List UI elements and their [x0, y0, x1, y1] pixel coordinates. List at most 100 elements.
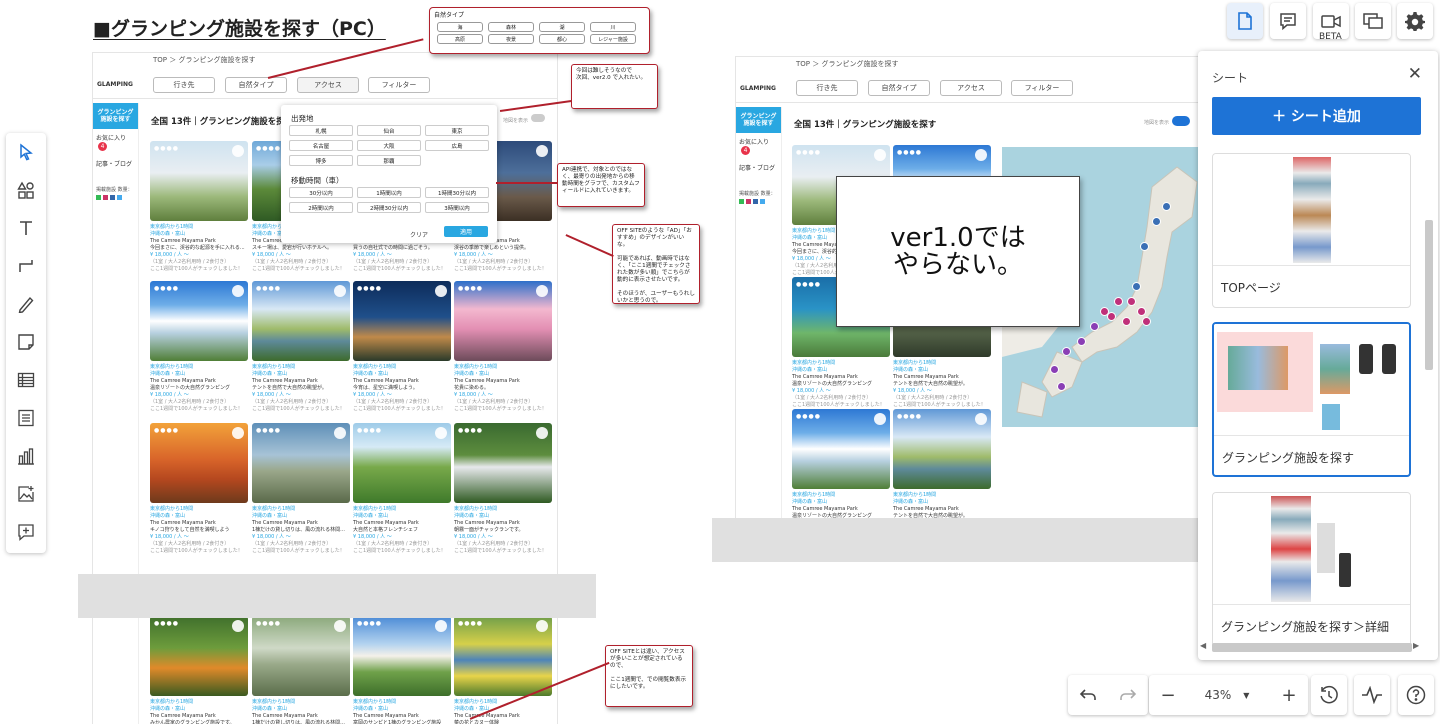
listing-text: 沖縄の森・富山	[353, 371, 389, 377]
listing-text: ここ1週間で100人がチェックしました！	[353, 548, 446, 554]
close-icon[interactable]: ✕	[1408, 64, 1422, 84]
sticky-note-icon[interactable]	[6, 323, 46, 361]
listing-text: ¥ 18,000 / 人 〜	[150, 534, 189, 540]
listing-text: （1室 / 大人2名利用時 / 2食付き）	[454, 399, 534, 405]
map-pin-icon	[1132, 282, 1141, 291]
text-icon[interactable]	[6, 209, 46, 247]
listing-text: The Camree Mayama Park	[252, 378, 318, 384]
listing-card: ●●●● 東京都内から1時間沖縄の森・富山The Camree Mayama Pa…	[353, 281, 451, 413]
note-design[interactable]: OFF SITEのような「AD」「おすすめ」のデザインがいいな。 可能であれば、…	[612, 224, 700, 304]
listing-text: （1室 / 大人2名利用時 / 2食付き）	[252, 399, 332, 405]
wire-tab-filter: フィルター	[1011, 80, 1073, 96]
chevron-down-icon: ▼	[1243, 690, 1250, 700]
sheet-item-top[interactable]: TOPページ	[1212, 153, 1411, 308]
sheet-item-detail[interactable]: グランピング施設を探す＞詳細	[1212, 492, 1411, 647]
listing-text: テントを自然で大自然の眺望が。	[252, 385, 327, 391]
access-from-chip: 大阪	[357, 140, 421, 151]
pen-icon[interactable]	[6, 285, 46, 323]
favorite-icon	[975, 149, 987, 161]
listing-photo: ●●●●	[150, 141, 248, 221]
listing-text: （1室 / 大人2名利用時 / 2食付き）	[893, 395, 973, 401]
activity-button[interactable]	[1354, 675, 1390, 715]
access-from-chip: 博多	[289, 155, 353, 166]
table-icon[interactable]	[6, 361, 46, 399]
panel-horizontal-scrollbar[interactable]	[1212, 643, 1412, 652]
listing-info: 東京都内から1時間 沖縄の森・富山 The Camree Mayama Park 花貴…	[454, 364, 552, 413]
listing-text: 沖縄の森・富山	[150, 231, 186, 237]
listing-text: （1室 / 大人2名利用時 / 2食付き）	[150, 541, 230, 547]
history-button[interactable]	[1311, 675, 1347, 715]
zoom-out-button[interactable]: −	[1149, 675, 1187, 715]
shapes-icon[interactable]	[6, 171, 46, 209]
listing-text: 沖縄の森・富山	[353, 706, 389, 712]
listing-text: ここ1週間で100人がチェックしました！	[454, 406, 547, 412]
sheet-label: グランピング施設を探す＞詳細	[1221, 620, 1390, 634]
listing-info: 東京都内から1時間沖縄の森・富山The Camree Mayama Park今回…	[150, 224, 248, 273]
listing-text: （1室 / 大人2名利用時 / 2食付き）	[252, 541, 332, 547]
zoom-level[interactable]: 43% ▼	[1189, 675, 1265, 715]
access-from-chip: 広島	[425, 140, 489, 151]
access-time-chip: 1時間30分以内	[425, 187, 489, 198]
note-access[interactable]: OFF SITEとは違い、アクセスが多いことが想定されているので、 ここ1週間で…	[605, 645, 693, 707]
nature-chip: レジャー施設	[590, 34, 636, 44]
listing-photo: ●●●●	[454, 423, 552, 503]
listing-text: 東京都内から1時間	[454, 364, 498, 370]
map-pin-icon	[1057, 382, 1066, 391]
listing-text: 東京都内から1時間	[150, 364, 194, 370]
listing-text: 東京都内から1時間	[150, 224, 194, 230]
beta-label: BETA	[1319, 32, 1342, 42]
note-api[interactable]: API連携で、対象とのではなく、最寄りの出発地からの移動時間をグラフで、カスタム…	[557, 163, 645, 207]
scroll-right-arrow[interactable]: ▶	[1413, 641, 1419, 650]
favorite-icon	[536, 427, 548, 439]
map-pin-icon	[1122, 317, 1131, 326]
carousel-dots: ●●●●	[897, 149, 922, 156]
wire-sidebar: グランピング 施設を探す お気に入り4 記事・ブログ 掲載施設 数量：	[93, 103, 139, 724]
nature-chip: 森林	[488, 22, 534, 32]
present-button[interactable]	[1355, 3, 1391, 39]
redo-icon[interactable]	[1108, 675, 1148, 715]
text-block-icon[interactable]	[6, 399, 46, 437]
select-icon[interactable]	[6, 133, 46, 171]
wire-tab-nature: 自然タイプ	[225, 77, 287, 93]
settings-button[interactable]	[1397, 3, 1433, 39]
comments-button[interactable]	[1270, 3, 1306, 39]
listing-info: 東京都内から1時間 沖縄の森・富山 The Camree Mayama Park 温泉…	[150, 364, 248, 413]
wire-side-count: 掲載施設 数量：	[739, 191, 776, 197]
carousel-dots: ●●●●	[796, 281, 821, 288]
add-sheet-button[interactable]: ＋ シート追加	[1212, 97, 1421, 135]
listing-text: 沖縄の森・富山	[792, 499, 828, 505]
listing-photo: ●●●●	[792, 409, 890, 489]
listing-text: 今宵は、星空に満喫しよう。	[353, 385, 418, 391]
favorite-icon	[536, 620, 548, 632]
panel-vertical-scrollbar[interactable]	[1425, 220, 1433, 370]
listing-text: 東京都内から1時間	[792, 492, 836, 498]
note-version2[interactable]: 今回は難しそうなので 次回、ver2.0 で入れたい。	[571, 64, 658, 109]
help-button[interactable]	[1398, 675, 1434, 715]
note-ver1[interactable]: ver1.0では やらない。	[836, 176, 1080, 327]
favorite-icon	[536, 285, 548, 297]
image-icon[interactable]	[6, 475, 46, 513]
listing-text: 東京都内から1時間	[454, 506, 498, 512]
comment-add-icon[interactable]	[6, 513, 46, 551]
favorite-icon	[232, 427, 244, 439]
listing-text: 沖縄の森・富山	[150, 513, 186, 519]
listing-text: The Camree Mayama Park	[893, 374, 959, 380]
carousel-dots: ●●●●	[154, 620, 179, 627]
listing-text: 東京都内から1時間	[150, 506, 194, 512]
listing-text: The Camree Mayama Park	[893, 506, 959, 512]
listing-text: The Camree Mayama Park	[150, 713, 216, 719]
wire-logo: GLAMPING	[97, 81, 133, 88]
connector-icon[interactable]	[6, 247, 46, 285]
zoom-in-button[interactable]: +	[1270, 675, 1308, 715]
listing-text: 東京都内から1時間	[150, 699, 194, 705]
whiteboard-canvas[interactable]: ■グランピング施設を探す（PC） TOP ＞ グランピング施設を探す GLAMP…	[0, 0, 1440, 724]
listing-text: ¥ 18,000 / 人 〜	[353, 534, 392, 540]
undo-icon[interactable]	[1068, 675, 1108, 715]
carousel-dots: ●●●●	[458, 285, 483, 292]
listing-text: ¥ 18,000 / 人 〜	[252, 392, 291, 398]
chart-icon[interactable]	[6, 437, 46, 475]
sheet-item-search[interactable]: グランピング施設を探す	[1212, 322, 1411, 477]
scroll-left-arrow[interactable]: ◀	[1200, 641, 1206, 650]
sheet-toggle-button[interactable]	[1227, 3, 1263, 39]
favorite-icon	[232, 145, 244, 157]
